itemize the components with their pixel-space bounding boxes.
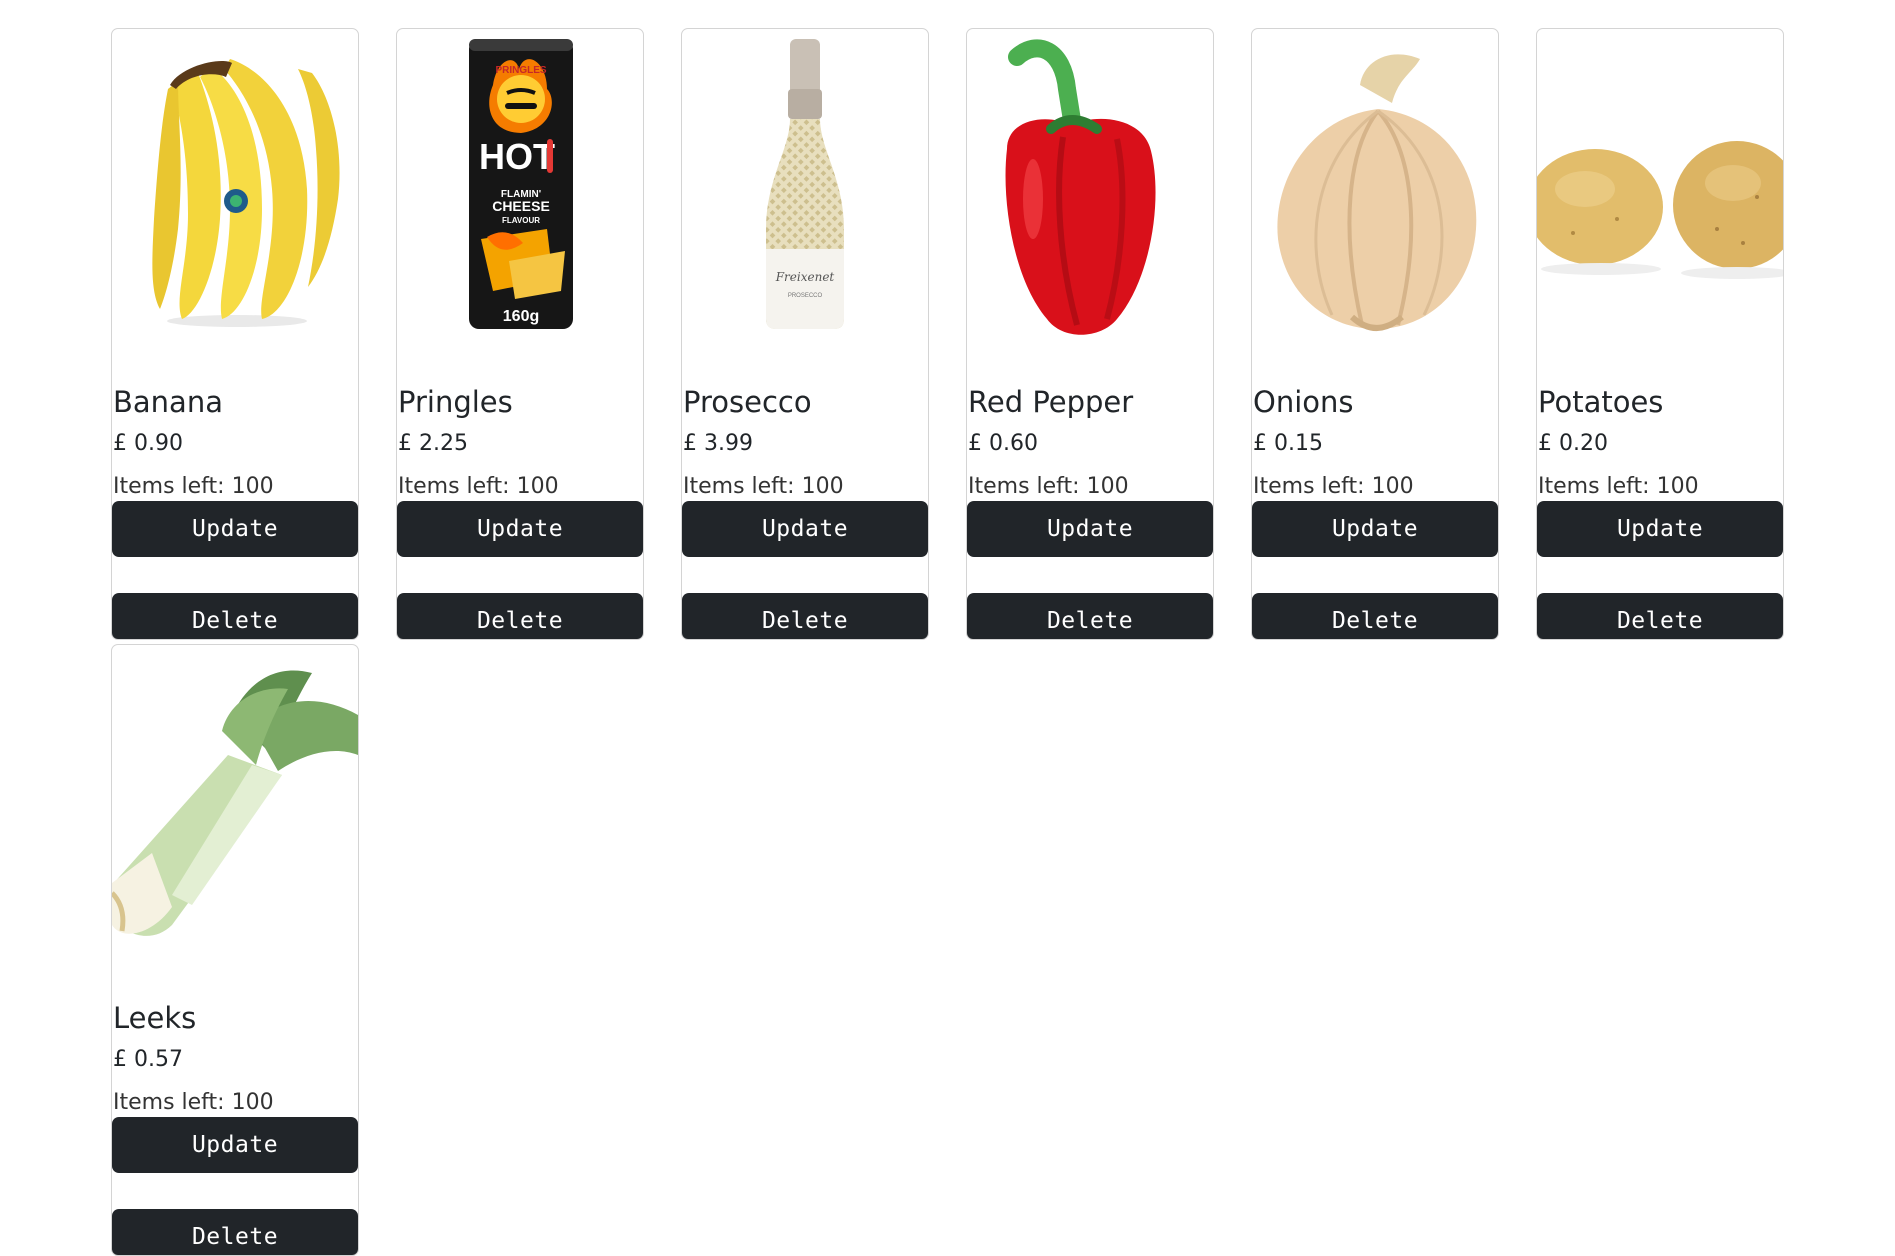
product-stock: Items left: 100 (113, 474, 274, 499)
prosecco-brand-text: Freixenet (775, 270, 835, 284)
leek-image (112, 670, 358, 936)
product-name: Prosecco (683, 385, 812, 419)
pringles-hot-text: HOT (479, 136, 555, 177)
product-price: £ 3.99 (683, 431, 753, 456)
product-card-leeks: Leeks £ 0.57 Items left: 100 Update Dele… (111, 644, 359, 1256)
pringles-weight-text: 160g (503, 308, 539, 325)
product-price: £ 0.60 (968, 431, 1038, 456)
red-pepper-image (1005, 39, 1156, 335)
product-grid: Banana £ 0.90 Items left: 100 Update Del… (111, 28, 1791, 1256)
prosecco-sub-text: PROSECCO (788, 293, 823, 299)
product-name: Red Pepper (968, 385, 1134, 419)
product-card-onions: Onions £ 0.15 Items left: 100 Update Del… (1251, 28, 1499, 640)
pringles-brand-text: PRINGLES (495, 65, 546, 76)
update-button[interactable]: Update (1252, 501, 1498, 557)
product-stock: Items left: 100 (398, 474, 559, 499)
product-image-pringles: PRINGLES HOT FLAMIN' CHEESE FLAVOUR 160g (397, 29, 643, 359)
delete-button[interactable]: Delete (1537, 593, 1783, 639)
product-name: Pringles (398, 385, 513, 419)
update-button[interactable]: Update (967, 501, 1213, 557)
product-price: £ 0.20 (1538, 431, 1608, 456)
product-stock: Items left: 100 (1538, 474, 1699, 499)
product-image-banana (112, 29, 358, 359)
product-price: £ 0.57 (113, 1047, 183, 1072)
pringles-can-image: PRINGLES HOT FLAMIN' CHEESE FLAVOUR 160g (469, 39, 573, 329)
product-image-potatoes (1537, 29, 1783, 359)
update-button[interactable]: Update (397, 501, 643, 557)
product-stock: Items left: 100 (1253, 474, 1414, 499)
delete-button[interactable]: Delete (1252, 593, 1498, 639)
product-image-red-pepper (967, 29, 1213, 359)
product-price: £ 0.15 (1253, 431, 1323, 456)
onion-image (1277, 54, 1477, 331)
pringles-flavour-text: FLAVOUR (502, 216, 540, 225)
product-image-prosecco: Freixenet PROSECCO (682, 29, 928, 359)
product-card-pringles: PRINGLES HOT FLAMIN' CHEESE FLAVOUR 160g… (396, 28, 644, 640)
product-image-leeks (112, 645, 358, 975)
delete-button[interactable]: Delete (967, 593, 1213, 639)
product-stock: Items left: 100 (968, 474, 1129, 499)
product-card-prosecco: Freixenet PROSECCO Prosecco £ 3.99 Items… (681, 28, 929, 640)
update-button[interactable]: Update (112, 1117, 358, 1173)
product-card-banana: Banana £ 0.90 Items left: 100 Update Del… (111, 28, 359, 640)
product-name: Banana (113, 385, 223, 419)
product-name: Potatoes (1538, 385, 1664, 419)
product-image-onions (1252, 29, 1498, 359)
update-button[interactable]: Update (1537, 501, 1783, 557)
delete-button[interactable]: Delete (112, 593, 358, 639)
product-price: £ 2.25 (398, 431, 468, 456)
product-name: Leeks (113, 1001, 197, 1035)
prosecco-bottle-image: Freixenet PROSECCO (766, 39, 844, 329)
product-stock: Items left: 100 (113, 1090, 274, 1115)
pringles-cheese-text: CHEESE (492, 198, 550, 214)
delete-button[interactable]: Delete (397, 593, 643, 639)
product-card-red-pepper: Red Pepper £ 0.60 Items left: 100 Update… (966, 28, 1214, 640)
product-card-potatoes: Potatoes £ 0.20 Items left: 100 Update D… (1536, 28, 1784, 640)
banana-image (152, 59, 340, 327)
delete-button[interactable]: Delete (112, 1209, 358, 1255)
update-button[interactable]: Update (682, 501, 928, 557)
product-stock: Items left: 100 (683, 474, 844, 499)
product-price: £ 0.90 (113, 431, 183, 456)
product-name: Onions (1253, 385, 1354, 419)
delete-button[interactable]: Delete (682, 593, 928, 639)
update-button[interactable]: Update (112, 501, 358, 557)
potatoes-image (1537, 141, 1783, 279)
